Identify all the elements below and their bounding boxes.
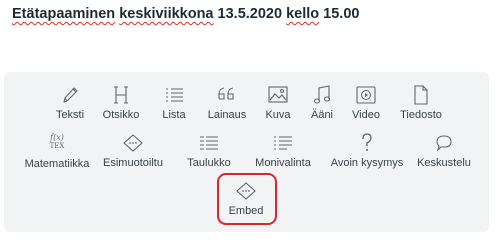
tool-preformatted-button[interactable]: Esimuotoiltu [102, 132, 164, 178]
quote-icon [215, 84, 239, 106]
tool-multiple-choice-button[interactable]: Monivalinta [254, 132, 312, 178]
tool-label: Otsikko [102, 109, 140, 121]
tool-quote-button[interactable]: Lainaus [202, 84, 252, 130]
tool-audio-button[interactable]: Ääni [306, 84, 338, 130]
music-note-icon [310, 84, 334, 106]
tool-discussion-button[interactable]: Keskustelu [416, 132, 472, 178]
tool-text-button[interactable]: Teksti [52, 84, 88, 130]
insert-block-panel: Teksti Otsikko Lista Lainaus Kuva Ääni V… [4, 72, 489, 232]
toolbar-row-1: Teksti Otsikko Lista Lainaus Kuva Ääni V… [4, 84, 489, 130]
tool-math-button[interactable]: f(x) TEX Matematiikka [24, 132, 90, 178]
tool-label: Lista [162, 109, 186, 121]
embed-icon [234, 180, 258, 202]
tool-video-button[interactable]: Video [348, 84, 384, 130]
heading-icon [109, 84, 133, 106]
tool-table-button[interactable]: Taulukko [184, 132, 234, 178]
tool-label: Monivalinta [255, 157, 311, 169]
page-title[interactable]: Etätapaaminen keskiviikkona 13.5.2020 ke… [12, 6, 359, 22]
tool-label: Esimuotoiltu [103, 157, 163, 169]
title-word: kello [286, 6, 320, 22]
tool-label: Embed [228, 205, 264, 217]
tool-open-question-button[interactable]: Avoin kysymys [330, 132, 404, 178]
table-icon [197, 132, 221, 154]
question-mark-icon [355, 132, 379, 154]
tool-label: Teksti [55, 109, 85, 121]
file-icon [409, 84, 433, 106]
pencil-icon [58, 84, 82, 106]
toolbar-row-3: Embed [4, 180, 489, 226]
title-word: Etätapaaminen [12, 6, 116, 22]
tool-label: Kuva [265, 109, 291, 121]
tool-label: Matematiikka [24, 158, 90, 170]
title-word: keskiviikkona [119, 6, 214, 22]
tool-embed-button[interactable]: Embed [226, 180, 266, 226]
code-diamond-icon [121, 132, 145, 154]
title-word: 13.5.2020 [217, 6, 283, 22]
tool-label: Ääni [310, 109, 334, 121]
tool-label: Lainaus [207, 109, 247, 121]
tool-list-button[interactable]: Lista [156, 84, 192, 130]
toolbar-row-2: f(x) TEX Matematiikka Esimuotoiltu Taulu… [4, 132, 489, 178]
tool-image-button[interactable]: Kuva [260, 84, 296, 130]
tool-label: Taulukko [187, 157, 231, 169]
tool-label: Video [352, 109, 380, 121]
tool-file-button[interactable]: Tiedosto [398, 84, 444, 130]
tool-heading-button[interactable]: Otsikko [101, 84, 141, 130]
speech-bubble-icon [432, 132, 456, 154]
multiple-choice-icon [271, 132, 295, 154]
list-icon [162, 84, 186, 106]
video-icon [354, 84, 378, 106]
tool-label: Tiedosto [400, 109, 442, 121]
math-formula-icon: f(x) TEX [49, 133, 65, 150]
tool-label: Avoin kysymys [330, 157, 404, 169]
title-word: 15.00 [323, 6, 360, 22]
tool-label: Keskustelu [417, 157, 471, 169]
image-icon [266, 84, 290, 106]
